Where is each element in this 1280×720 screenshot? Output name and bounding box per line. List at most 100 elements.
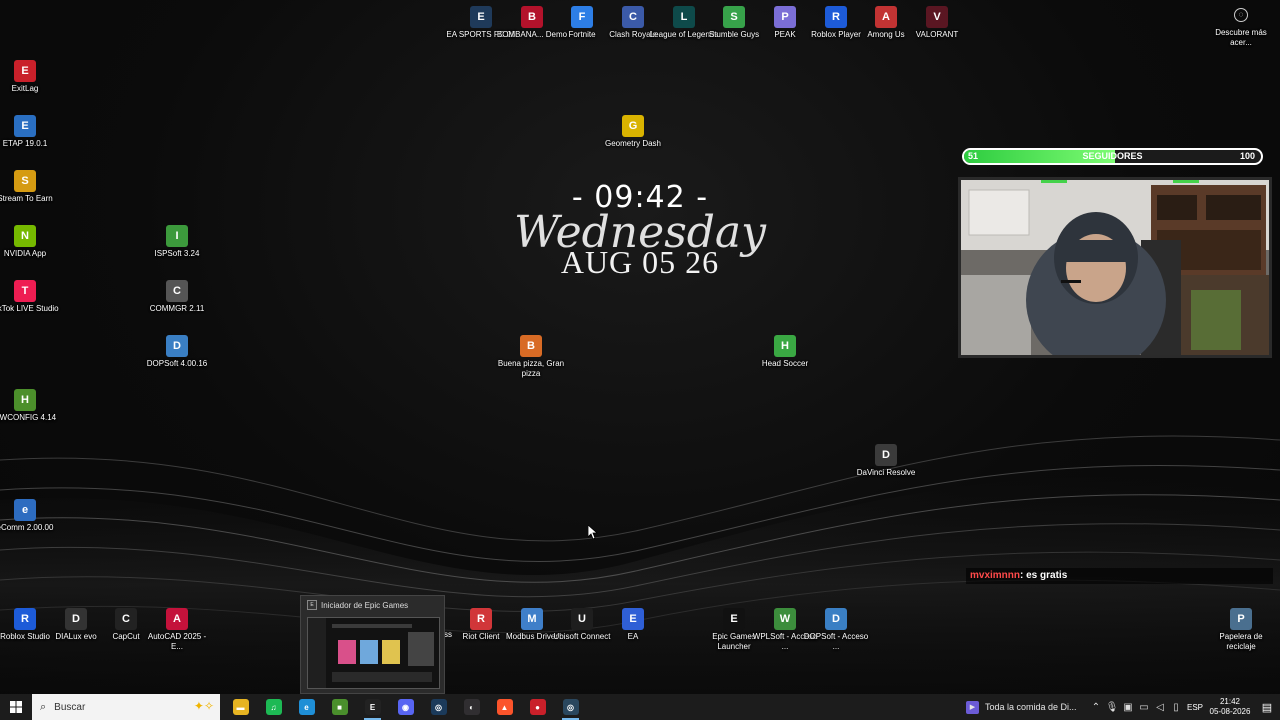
- app-red-taskbar-button[interactable]: ●: [521, 694, 554, 720]
- taskbar-search-input[interactable]: ⌕ Buscar ✦✧: [32, 694, 220, 720]
- search-highlight-icon: ✦✧: [193, 699, 214, 713]
- network-icon[interactable]: ▭: [1136, 702, 1152, 713]
- commgr-shortcut[interactable]: C COMMGR 2.11: [141, 280, 213, 314]
- davinci-icon: D: [875, 444, 897, 466]
- discover-icon: ◌: [1234, 8, 1248, 22]
- shortcut-label: ExitLag: [11, 84, 39, 93]
- file-explorer-taskbar-button[interactable]: ▬: [224, 694, 257, 720]
- dopsoft-icon: D: [166, 335, 188, 357]
- shortcut-label: eComm 2.00.00: [0, 523, 54, 532]
- pizza-shortcut[interactable]: B Buena pizza, Gran pizza: [495, 335, 567, 379]
- chat-text: : es gratis: [1020, 570, 1068, 581]
- brave-taskbar-button[interactable]: ▲: [488, 694, 521, 720]
- capcut-icon: C: [115, 608, 137, 630]
- edge-icon: e: [298, 699, 315, 715]
- shortcut-label: ISPSoft 3.24: [154, 249, 200, 258]
- chat-message: mvximnnn: es gratis: [966, 568, 1273, 584]
- ecomm-shortcut[interactable]: e eComm 2.00.00: [0, 499, 61, 533]
- league-icon: L: [673, 6, 695, 28]
- epic-games-taskbar-taskbar-button[interactable]: E: [356, 694, 389, 720]
- valorant-shortcut[interactable]: V VALORANT: [901, 6, 973, 40]
- notifications-icon[interactable]: ▤: [1254, 701, 1280, 714]
- spotify-taskbar-button[interactable]: ♫: [257, 694, 290, 720]
- davinci-shortcut[interactable]: D DaVinci Resolve: [850, 444, 922, 478]
- exitlag-shortcut[interactable]: E ExitLag: [0, 60, 61, 94]
- taskbar-clock[interactable]: 21:42 05-08-2026: [1206, 697, 1254, 717]
- epic-games-icon: E: [723, 608, 745, 630]
- tiktok-live-shortcut[interactable]: T TikTok LIVE Studio: [0, 280, 61, 314]
- minecraft-taskbar-button[interactable]: ■: [323, 694, 356, 720]
- file-explorer-icon: ▬: [232, 699, 249, 715]
- language-indicator[interactable]: ESP: [1184, 703, 1206, 712]
- wplsoft-icon: W: [774, 608, 796, 630]
- discover-shortcut[interactable]: ◌ Descubre más acer...: [1205, 8, 1277, 48]
- shortcut-label: NVIDIA App: [3, 249, 47, 258]
- shortcut-label: DaVinci Resolve: [856, 468, 916, 477]
- microphone-icon[interactable]: 🎙: [1104, 702, 1120, 713]
- ecomm-icon: e: [14, 499, 36, 521]
- recycle-bin-shortcut[interactable]: P Papelera de reciclaje: [1205, 608, 1277, 652]
- tiktok-live-icon: T: [14, 280, 36, 302]
- exitlag-icon: E: [14, 60, 36, 82]
- commgr-icon: C: [166, 280, 188, 302]
- search-placeholder: Buscar: [54, 701, 86, 713]
- edge-taskbar-button[interactable]: e: [290, 694, 323, 720]
- app-red-icon: ●: [529, 699, 546, 715]
- battery-icon[interactable]: ▯: [1168, 702, 1184, 713]
- steam-icon: ◎: [430, 699, 447, 715]
- ea-shortcut[interactable]: E EA: [597, 608, 669, 642]
- epic-preview-thumbnail[interactable]: [307, 617, 440, 689]
- discord-taskbar-button[interactable]: ◉: [389, 694, 422, 720]
- recycle-bin-icon: P: [1230, 608, 1252, 630]
- epic-taskbar-preview[interactable]: E Iniciador de Epic Games: [300, 595, 445, 694]
- webcam-feed: [961, 180, 1269, 355]
- ubisoft-icon: U: [571, 608, 593, 630]
- spotify-icon: ♫: [265, 699, 282, 715]
- shortcut-label: COMMGR 2.11: [149, 304, 205, 313]
- nvidia-icon: N: [14, 225, 36, 247]
- dialux-icon: D: [65, 608, 87, 630]
- steam-alt-taskbar-button[interactable]: ◎: [554, 694, 587, 720]
- shortcut-label: DOPSoft 4.00.16: [146, 359, 208, 368]
- start-button[interactable]: [0, 694, 32, 720]
- news-icon: ▶: [966, 700, 979, 714]
- autocad-shortcut[interactable]: A AutoCAD 2025 - E...: [141, 608, 213, 652]
- shortcut-label: Head Soccer: [761, 359, 809, 368]
- geometry-dash-shortcut[interactable]: G Geometry Dash: [597, 115, 669, 149]
- taskbar-date: 05-08-2026: [1209, 707, 1251, 716]
- chat-username: mvximnnn: [970, 570, 1021, 581]
- epic-preview-title: Iniciador de Epic Games: [321, 601, 409, 610]
- head-soccer-icon: H: [774, 335, 796, 357]
- head-soccer-shortcut[interactable]: H Head Soccer: [749, 335, 821, 369]
- ispsoft-shortcut[interactable]: I ISPSoft 3.24: [141, 225, 213, 259]
- ispsoft-icon: I: [166, 225, 188, 247]
- fortnite-icon: F: [571, 6, 593, 28]
- volume-icon[interactable]: ◁: [1152, 702, 1168, 713]
- news-widget[interactable]: ▶ Toda la comida de Di...: [960, 700, 1088, 714]
- ea-icon: E: [622, 608, 644, 630]
- hwconfig-icon: H: [14, 389, 36, 411]
- etap-shortcut[interactable]: E ETAP 19.0.1: [0, 115, 61, 149]
- windows-logo-icon: [10, 701, 22, 713]
- discord-icon: ◉: [397, 699, 414, 715]
- shortcut-label: Geometry Dash: [604, 139, 662, 148]
- followers-goal: 100: [1239, 151, 1255, 161]
- shortcut-label: TikTok LIVE Studio: [0, 304, 59, 313]
- minecraft-icon: ■: [331, 699, 348, 715]
- roblox-player-icon: R: [825, 6, 847, 28]
- dopsoft-shortcut[interactable]: D DOPSoft 4.00.16: [141, 335, 213, 369]
- shortcut-label: EA: [627, 632, 639, 641]
- nvidia-shortcut[interactable]: N NVIDIA App: [0, 225, 61, 259]
- chevron-up-icon[interactable]: ⌃: [1088, 702, 1104, 713]
- stream-to-earn-shortcut[interactable]: S Stream To Earn: [0, 170, 61, 204]
- steam-taskbar-button[interactable]: ◎: [422, 694, 455, 720]
- modbus-icon: M: [521, 608, 543, 630]
- followers-goal-bar: 51 SEGUIDORES 100: [962, 148, 1263, 165]
- obs-icon: ◐: [463, 699, 480, 715]
- bombana-icon: B: [521, 6, 543, 28]
- camera-icon[interactable]: ▣: [1120, 702, 1136, 713]
- epic-preview-icon: E: [307, 600, 317, 610]
- dopsoft-shortcut-shortcut[interactable]: D DOPSoft - Acceso ...: [800, 608, 872, 652]
- hwconfig-shortcut[interactable]: H HWCONFIG 4.14: [0, 389, 61, 423]
- obs-taskbar-button[interactable]: ◐: [455, 694, 488, 720]
